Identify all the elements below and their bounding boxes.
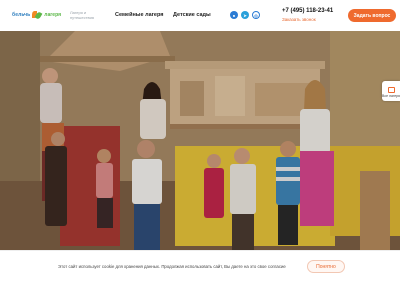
viber-icon[interactable]: ◎: [252, 11, 260, 19]
phone-number[interactable]: +7 (495) 118-23-41: [282, 8, 333, 14]
logo-leaf-icon: [32, 11, 43, 20]
tagline: Лагеря и путешествия: [70, 10, 94, 20]
hero-photo: Все лагеря: [0, 31, 400, 250]
telegram-icon[interactable]: ➤: [241, 11, 249, 19]
all-camps-side-button[interactable]: Все лагеря: [382, 81, 400, 101]
all-camps-label: Все лагеря: [382, 93, 400, 98]
logo-text: бельчь: [12, 12, 31, 18]
nav-family-camps[interactable]: Семейные лагеря: [115, 12, 163, 18]
nav-kindergartens[interactable]: Детские сады: [173, 12, 211, 18]
hero-illustration: [0, 31, 400, 250]
social-links: в ➤ ◎: [230, 11, 260, 19]
cookie-banner: Этот сайт использует cookie для хранения…: [0, 250, 400, 281]
callback-link[interactable]: Заказать звонок: [282, 17, 316, 22]
vk-icon[interactable]: в: [230, 11, 238, 19]
logo[interactable]: бельчь лагеря: [12, 10, 61, 20]
site-header: бельчь лагеря Лагеря и путешествия Семей…: [0, 0, 400, 31]
tent-icon: [387, 86, 395, 93]
logo-text-secondary: лагеря: [44, 12, 61, 18]
cookie-text: Этот сайт использует cookie для хранения…: [58, 264, 286, 269]
cookie-accept-button[interactable]: Понятно: [307, 260, 345, 273]
ask-question-button[interactable]: Задать вопрос: [348, 9, 396, 22]
